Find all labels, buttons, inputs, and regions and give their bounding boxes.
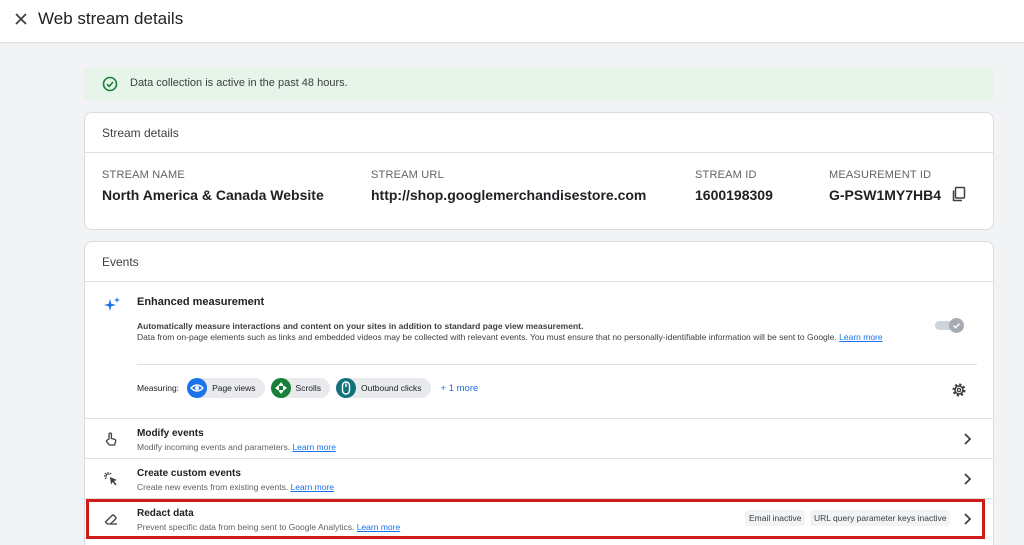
close-icon[interactable] [12, 10, 30, 28]
enhanced-measurement-desc-line1: Automatically measure interactions and c… [137, 321, 584, 331]
chevron-right-icon [964, 433, 972, 445]
stream-url-field: STREAM URL http://shop.googlemerchandise… [371, 169, 646, 203]
enhanced-measurement-toggle[interactable] [935, 318, 964, 333]
create-custom-events-desc: Create new events from existing events. [137, 482, 289, 492]
stream-id-field: STREAM ID 1600198309 [695, 169, 773, 203]
stream-url-label: STREAM URL [371, 169, 444, 181]
stream-details-card: Stream details STREAM NAME North America… [84, 112, 994, 230]
create-custom-events-row[interactable]: Create custom events Create new events f… [85, 458, 993, 498]
top-bar: Web stream details [0, 0, 1024, 43]
status-banner: Data collection is active in the past 48… [84, 67, 994, 101]
mouse-icon [336, 378, 357, 398]
enhanced-measurement-learn-more[interactable]: Learn more [839, 332, 882, 342]
check-circle-icon [102, 76, 118, 92]
eraser-icon [104, 514, 117, 525]
page-title: Web stream details [38, 9, 184, 28]
redact-data-desc: Prevent specific data from being sent to… [137, 522, 355, 532]
measuring-row: Measuring: Page views Scrolls Outbound c… [137, 378, 478, 398]
status-banner-text: Data collection is active in the past 48… [130, 77, 348, 89]
enhanced-measurement-title: Enhanced measurement [137, 296, 265, 308]
more-measurements-link[interactable]: + 1 more [441, 383, 479, 394]
cursor-click-icon [104, 472, 117, 486]
eye-icon [187, 378, 208, 398]
sparkle-icon [104, 297, 120, 311]
chip-page-views: Page views [187, 378, 265, 398]
chip-scrolls-label: Scrolls [295, 383, 322, 393]
enhanced-measurement-description: Automatically measure interactions and c… [137, 321, 927, 343]
redact-data-learn-more[interactable]: Learn more [357, 522, 400, 532]
measurement-id-field: MEASUREMENT ID G-PSW1MY7HB4 [829, 169, 941, 203]
chip-scrolls: Scrolls [270, 378, 331, 398]
events-card: Events Enhanced measurement Automaticall… [84, 241, 994, 545]
create-custom-events-subtitle: Create new events from existing events. … [137, 482, 334, 492]
chevron-right-icon [964, 473, 972, 485]
chip-outbound-clicks: Outbound clicks [336, 378, 431, 398]
chip-outbound-clicks-label: Outbound clicks [361, 383, 422, 393]
stream-name-value: North America & Canada Website [102, 187, 324, 203]
stream-id-value: 1600198309 [695, 187, 773, 203]
redact-data-row[interactable]: Redact data Prevent specific data from b… [85, 498, 993, 538]
modify-events-subtitle: Modify incoming events and parameters. L… [137, 442, 336, 452]
chip-page-views-label: Page views [212, 383, 256, 393]
stream-name-field: STREAM NAME North America & Canada Websi… [102, 169, 324, 203]
stream-details-title: Stream details [85, 113, 993, 153]
modify-events-learn-more[interactable]: Learn more [292, 442, 335, 452]
check-icon [952, 323, 961, 329]
stream-name-label: STREAM NAME [102, 169, 185, 181]
measurement-id-value: G-PSW1MY7HB4 [829, 187, 942, 203]
copy-icon[interactable] [951, 186, 967, 202]
toggle-knob [949, 318, 964, 333]
chevron-right-icon [964, 513, 972, 525]
modify-events-row[interactable]: Modify events Modify incoming events and… [85, 418, 993, 458]
measurement-id-label: MEASUREMENT ID [829, 169, 932, 181]
stream-id-label: STREAM ID [695, 169, 757, 181]
gear-icon[interactable] [951, 382, 967, 398]
redact-data-subtitle: Prevent specific data from being sent to… [137, 522, 400, 532]
stream-url-value: http://shop.googlemerchandisestore.com [371, 187, 647, 203]
modify-events-desc: Modify incoming events and parameters. [137, 442, 291, 452]
email-status-badge: Email inactive [745, 510, 806, 526]
modify-events-title: Modify events [137, 428, 204, 439]
events-title: Events [85, 242, 993, 282]
create-custom-events-learn-more[interactable]: Learn more [291, 482, 334, 492]
create-custom-events-title: Create custom events [137, 468, 241, 479]
divider [137, 364, 977, 365]
enhanced-measurement-desc-line2: Data from on-page elements such as links… [137, 332, 837, 342]
touch-icon [105, 432, 117, 446]
url-query-status-badge: URL query parameter keys inactive [810, 510, 951, 526]
scroll-icon [270, 378, 291, 398]
measuring-label: Measuring: [137, 383, 180, 393]
redact-data-title: Redact data [137, 508, 194, 519]
